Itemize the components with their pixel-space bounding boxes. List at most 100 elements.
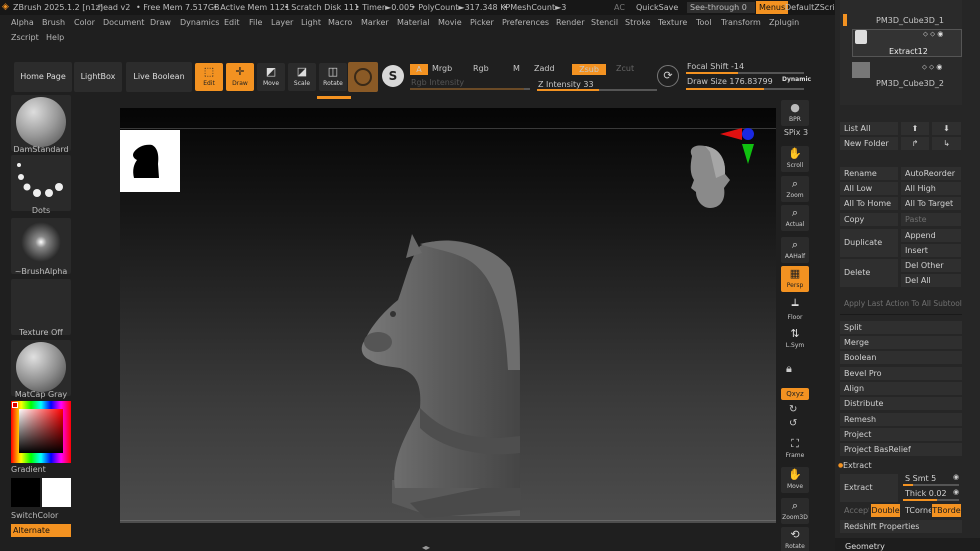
menu-zplugin[interactable]: Zplugin [769, 16, 799, 30]
bottom-tray-handle[interactable]: ◂▸ [422, 543, 430, 551]
z-intensity-track[interactable] [537, 89, 657, 91]
draw-button[interactable]: ✛ Draw [226, 63, 254, 91]
zadd-toggle[interactable]: Zadd [534, 64, 555, 73]
alternate-button[interactable]: Alternate [11, 524, 71, 537]
subtool-item-3[interactable]: PM3D_Cube3D_2 [876, 79, 944, 88]
list-all-button[interactable]: List All [840, 122, 898, 135]
s-smt-track[interactable] [903, 484, 959, 486]
menu-dynamics[interactable]: Dynamics [180, 16, 219, 30]
new-folder-button[interactable]: New Folder [840, 137, 898, 150]
main-color-swatch[interactable] [11, 478, 40, 507]
double-toggle[interactable]: Double [871, 504, 900, 517]
texture-thumbnail[interactable] [11, 279, 71, 335]
spotlight-icon[interactable]: S [382, 65, 404, 87]
gradient-label[interactable]: Gradient [11, 465, 71, 474]
draw-size-slider[interactable]: Draw Size 176.83799 [687, 77, 773, 86]
draw-size-track[interactable] [686, 88, 804, 90]
apply-last-action-button[interactable]: Apply Last Action To All Subtools [840, 297, 962, 310]
rgb-intensity-track[interactable] [410, 88, 530, 90]
delete-button[interactable]: Delete [840, 259, 898, 287]
lock-icon[interactable]: 🔒︎ [786, 362, 792, 376]
subtool-item-1[interactable]: PM3D_Cube3D_1 [876, 16, 944, 25]
rename-button[interactable]: Rename [840, 167, 898, 180]
menu-transform[interactable]: Transform [721, 16, 761, 30]
frame-button[interactable]: ⛶ Frame [781, 436, 809, 462]
rgb-intensity-slider[interactable]: Rgb Intensity [411, 78, 464, 87]
z-intensity-slider[interactable]: Z Intensity 33 [538, 80, 594, 89]
align-menu[interactable]: Align [840, 382, 962, 395]
s-smt-toggle-icon[interactable]: ◉ [953, 473, 959, 481]
rotate-button[interactable]: ◫ Rotate [319, 63, 347, 91]
xyz-button[interactable]: Qxyz [781, 388, 809, 400]
menu-macro[interactable]: Macro [328, 16, 352, 30]
menu-render[interactable]: Render [556, 16, 584, 30]
menu-layer[interactable]: Layer [271, 16, 293, 30]
move-down-icon[interactable]: ⬇ [932, 122, 961, 135]
menu-edit[interactable]: Edit [224, 16, 240, 30]
insert-button[interactable]: Insert [901, 244, 961, 257]
document-canvas[interactable] [120, 108, 776, 523]
sphere-brush-button[interactable] [348, 62, 378, 92]
menu-movie[interactable]: Movie [438, 16, 462, 30]
menu-document[interactable]: Document [103, 16, 144, 30]
boolean-menu[interactable]: Boolean [840, 351, 962, 364]
rotate-view-button[interactable]: ⟲ Rotate [781, 527, 809, 551]
thick-toggle-icon[interactable]: ◉ [953, 488, 959, 496]
autoreorder-button[interactable]: AutoReorder [901, 167, 961, 180]
geometry-menu[interactable]: Geometry [845, 542, 885, 551]
thick-track[interactable] [903, 499, 959, 501]
live-boolean-button[interactable]: Live Boolean [126, 62, 192, 92]
menu-alpha[interactable]: Alpha [11, 16, 34, 30]
lightbox-button[interactable]: LightBox [74, 62, 122, 92]
mrgb-toggle[interactable]: Mrgb [432, 64, 452, 73]
zoom-button[interactable]: ⌕ Zoom [781, 176, 809, 202]
arrow-redo-icon[interactable]: ↱ [901, 137, 929, 150]
menu-stroke[interactable]: Stroke [625, 16, 651, 30]
distribute-menu[interactable]: Distribute [840, 397, 962, 410]
color-square[interactable] [19, 409, 63, 453]
move-button[interactable]: ◩ Move [257, 63, 285, 91]
menu-zscript[interactable]: Zscript [11, 31, 39, 45]
navigation-thumbnail[interactable] [120, 130, 180, 192]
bevel-pro-menu[interactable]: Bevel Pro [840, 367, 962, 380]
aahalf-button[interactable]: ⌕ AAHalf [781, 237, 809, 263]
dynamic-toggle[interactable]: Dynamic [782, 76, 811, 83]
persp-button[interactable]: ▦ Persp [781, 266, 809, 292]
lazy-mouse-icon[interactable]: ⟳ [657, 65, 679, 87]
merge-menu[interactable]: Merge [840, 336, 962, 349]
color-picker[interactable] [11, 401, 71, 463]
left-tray-handle[interactable] [0, 98, 6, 551]
menu-help[interactable]: Help [46, 31, 64, 45]
menu-tool[interactable]: Tool [696, 16, 712, 30]
del-all-button[interactable]: Del All [901, 274, 961, 287]
switchcolor-button[interactable]: SwitchColor [11, 511, 71, 520]
menu-brush[interactable]: Brush [42, 16, 65, 30]
edit-button[interactable]: ⬚ Edit [195, 63, 223, 91]
copy-button[interactable]: Copy [840, 213, 898, 226]
menu-light[interactable]: Light [301, 16, 321, 30]
append-button[interactable]: Append [901, 229, 961, 242]
redshift-properties-menu[interactable]: Redshift Properties [840, 520, 962, 533]
focal-shift-slider[interactable]: Focal Shift -14 [687, 62, 744, 71]
tborde-toggle[interactable]: TBorde [932, 504, 961, 517]
all-low-button[interactable]: All Low [840, 182, 898, 195]
home-page-button[interactable]: Home Page [14, 62, 72, 92]
extract-menu-header[interactable]: Extract [840, 459, 962, 472]
subtool-3-visibility-icons[interactable]: ⬦ ⬦ ◉ [922, 63, 942, 72]
project-basrelief-menu[interactable]: Project BasRelief [840, 443, 962, 456]
lsym-button[interactable]: ⇅ L.Sym [781, 326, 809, 352]
menu-picker[interactable]: Picker [470, 16, 494, 30]
extract-button[interactable]: Extract [840, 474, 898, 502]
move-up-icon[interactable]: ⬆ [901, 122, 929, 135]
zoom3d-button[interactable]: ⌕ Zoom3D [781, 498, 809, 524]
duplicate-button[interactable]: Duplicate [840, 229, 898, 257]
m-toggle[interactable]: M [513, 64, 520, 73]
actual-button[interactable]: ⌕ Actual [781, 205, 809, 231]
all-to-target-button[interactable]: All To Target [901, 197, 961, 210]
alpha-thumbnail[interactable] [11, 218, 71, 274]
rotate-z-icon[interactable]: ↺ [789, 418, 797, 429]
menus-button[interactable]: Menus [756, 1, 789, 14]
menu-stencil[interactable]: Stencil [591, 16, 618, 30]
zsub-toggle[interactable]: Zsub [572, 64, 606, 75]
menu-draw[interactable]: Draw [150, 16, 171, 30]
